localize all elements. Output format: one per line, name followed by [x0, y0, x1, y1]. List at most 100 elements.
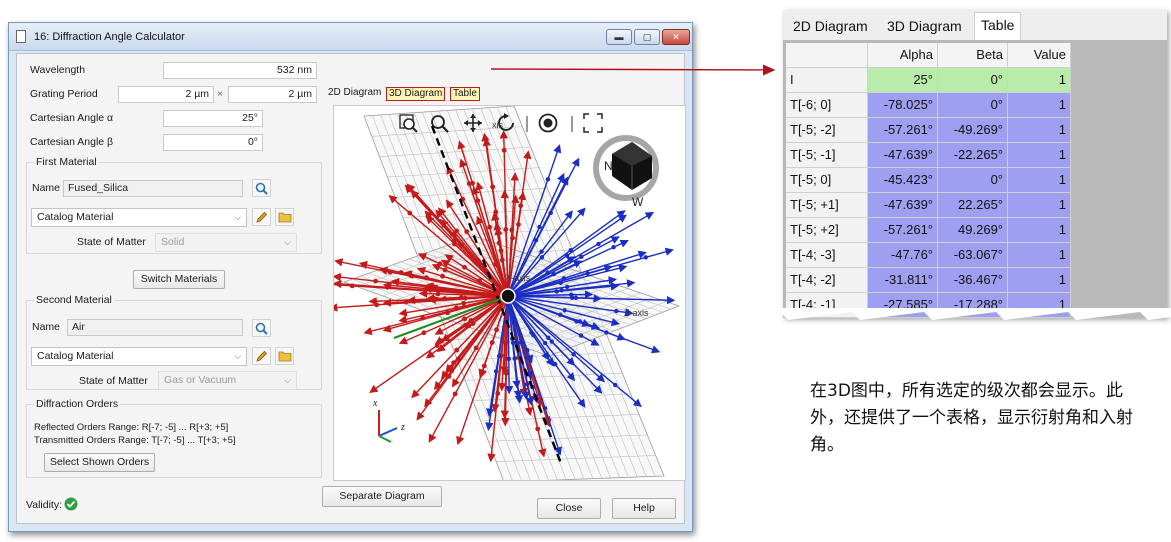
cell-value: 1	[1008, 93, 1071, 118]
close-window-button[interactable]: ✕	[662, 29, 690, 45]
cell-alpha: -57.261°	[868, 218, 938, 243]
triad-z-axis	[378, 427, 398, 437]
reflected-ray-point	[349, 283, 355, 289]
title-bar[interactable]: 16: Diffraction Angle Calculator ▬ ▢ ✕	[9, 23, 692, 51]
first-material-search-button[interactable]	[252, 179, 271, 197]
table-row[interactable]: T[-5; +1] -47.639° 22.265° 1	[786, 193, 1071, 218]
header-value[interactable]: Value	[1008, 43, 1071, 68]
first-open-folder-button[interactable]	[275, 208, 294, 226]
search-icon	[255, 322, 268, 335]
help-button[interactable]: Help	[612, 498, 676, 519]
cell-alpha: -31.811°	[868, 268, 938, 293]
second-open-folder-button[interactable]	[275, 347, 294, 365]
table-row[interactable]: T[-5; +2] -57.261° 49.269° 1	[786, 218, 1071, 243]
3d-diagram-canvas[interactable]: N W xis Y-axis Z-axis x z	[333, 105, 686, 481]
grating-period-label: Grating Period	[30, 88, 98, 100]
pencil-icon	[256, 350, 268, 362]
grating-period-y-input[interactable]: 2 µm	[228, 86, 317, 103]
reflected-ray-point	[456, 356, 461, 362]
fullscreen-icon[interactable]	[583, 113, 603, 133]
dialog-content: Wavelength 532 nm Grating Period 2 µm × …	[16, 53, 686, 524]
table-row[interactable]: T[-5; -2] -57.261° -49.269° 1	[786, 118, 1071, 143]
transmitted-ray-point	[545, 270, 550, 275]
wavelength-input[interactable]: 532 nm	[163, 62, 317, 79]
tab-3d-diagram[interactable]: 3D Diagram	[386, 87, 446, 101]
first-catalog-select[interactable]: Catalog Material ⌵	[31, 208, 247, 227]
chevron-down-icon: ⌵	[234, 212, 241, 222]
reflected-ray-point	[420, 315, 426, 321]
table-tab-bar: 2D Diagram 3D Diagram Table	[783, 10, 1167, 40]
transmitted-ray-point	[525, 348, 530, 353]
cell-beta: 22.265°	[938, 193, 1008, 218]
second-name-label: Name	[32, 321, 61, 333]
switch-materials-button[interactable]: Switch Materials	[133, 270, 225, 289]
reflected-ray-point	[496, 240, 502, 246]
reflected-ray-point	[385, 284, 390, 290]
reflected-ray-point	[421, 330, 427, 336]
second-material-search-button[interactable]	[252, 319, 271, 337]
times-separator: ×	[217, 88, 224, 100]
reflected-ray-point	[434, 296, 440, 302]
table-row[interactable]: I 25° 0° 1	[786, 68, 1071, 93]
reflected-ray-point	[518, 203, 524, 209]
maximize-button[interactable]: ▢	[634, 29, 660, 45]
panel-tab-2d-diagram[interactable]: 2D Diagram	[787, 14, 874, 40]
first-state-select[interactable]: Solid ⌵	[155, 233, 297, 252]
transmitted-ray-point	[496, 353, 502, 359]
tab-table[interactable]: Table	[450, 87, 480, 101]
panel-tab-3d-diagram[interactable]: 3D Diagram	[881, 14, 968, 40]
table-row[interactable]: T[-5; 0] -45.423° 0° 1	[786, 168, 1071, 193]
second-state-select[interactable]: Gas or Vacuum ⌵	[158, 371, 297, 390]
reflected-ray-point	[535, 426, 541, 432]
reflected-ray-point	[434, 343, 440, 348]
minimize-button[interactable]: ▬	[606, 29, 632, 45]
cartesian-alpha-input[interactable]: 25°	[163, 110, 263, 127]
panel-tab-table[interactable]: Table	[974, 12, 1022, 40]
cell-beta: 49.269°	[938, 218, 1008, 243]
tab-2d-diagram[interactable]: 2D Diagram	[326, 87, 383, 101]
cell-alpha: -47.639°	[868, 143, 938, 168]
table-row[interactable]: T[-5; -1] -47.639° -22.265° 1	[786, 143, 1071, 168]
row-label: I	[786, 68, 868, 93]
row-label: T[-4; -3]	[786, 243, 868, 268]
valid-check-icon	[64, 497, 78, 511]
transmitted-ray-point	[524, 381, 530, 387]
reflected-ray-point	[473, 345, 479, 351]
first-edit-material-button[interactable]	[252, 208, 271, 226]
second-material-name-input[interactable]: Air	[67, 319, 243, 336]
row-label: T[-5; 0]	[786, 168, 868, 193]
cartesian-beta-input[interactable]: 0°	[163, 134, 263, 151]
first-material-group: First Material Name Fused_Silica Catalog…	[26, 156, 322, 254]
3d-diagram-svg[interactable]: N W xis Y-axis Z-axis x z	[334, 106, 686, 481]
torn-edge	[780, 308, 1171, 320]
header-alpha[interactable]: Alpha	[868, 43, 938, 68]
close-button[interactable]: Close	[537, 498, 601, 519]
transmitted-ray-point	[539, 249, 544, 254]
transmitted-ray-point	[542, 340, 548, 346]
reflected-ray-point	[374, 302, 380, 308]
header-beta[interactable]: Beta	[938, 43, 1008, 68]
cell-beta: 0°	[938, 168, 1008, 193]
chevron-down-icon: ⌵	[234, 351, 241, 361]
view-reset-icon[interactable]	[538, 113, 558, 133]
table-row[interactable]: T[-6; 0] -78.025° 0° 1	[786, 93, 1071, 118]
row-label: T[-5; +1]	[786, 193, 868, 218]
cell-beta: 0°	[938, 68, 1008, 93]
grating-period-x-input[interactable]: 2 µm	[118, 86, 214, 103]
transmitted-ray-point	[643, 255, 648, 260]
reflected-ray-point	[489, 340, 495, 345]
reflected-orders-range: Reflected Orders Range: R[-7; -5] ... R[…	[34, 422, 229, 433]
cell-value: 1	[1008, 168, 1071, 193]
reflected-ray-point	[454, 347, 460, 353]
second-catalog-select[interactable]: Catalog Material ⌵	[31, 347, 247, 366]
select-shown-orders-button[interactable]: Select Shown Orders	[44, 453, 155, 472]
table-row[interactable]: T[-4; -2] -31.811° -36.467° 1	[786, 268, 1071, 293]
transmitted-ray-point	[585, 271, 590, 276]
first-state-value: Solid	[161, 236, 185, 248]
orientation-cube[interactable]: N W	[593, 135, 659, 209]
second-edit-material-button[interactable]	[252, 347, 271, 365]
separate-diagram-button[interactable]: Separate Diagram	[322, 486, 442, 507]
caption-text: 在3D图中，所有选定的级次都会显示。此外，还提供了一个表格，显示衍射角和入射角。	[810, 381, 1133, 455]
first-material-name-input[interactable]: Fused_Silica	[63, 180, 243, 197]
table-row[interactable]: T[-4; -3] -47.76° -63.067° 1	[786, 243, 1071, 268]
